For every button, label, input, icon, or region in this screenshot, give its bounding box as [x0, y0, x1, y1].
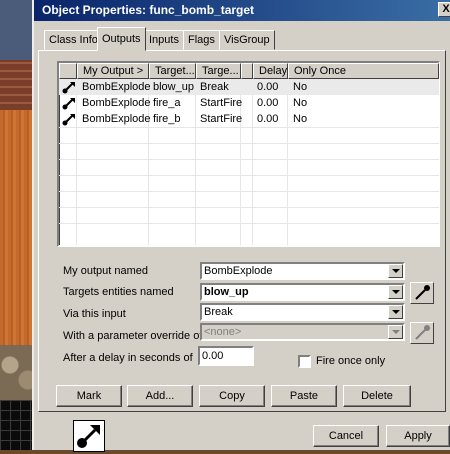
- column-target-input[interactable]: Targe...: [196, 63, 241, 79]
- delete-button[interactable]: Delete: [343, 385, 411, 407]
- dropdown-button[interactable]: [388, 264, 403, 278]
- fire-once-label[interactable]: Fire once only: [316, 355, 385, 367]
- parameter-value: <none>: [204, 326, 242, 338]
- title-bar[interactable]: Object Properties: func_bomb_target X: [34, 0, 450, 21]
- grid-line: [59, 127, 439, 128]
- tab-inputs[interactable]: Inputs: [144, 30, 184, 50]
- table-row[interactable]: BombExplode blow_up Break 0.00 No: [59, 79, 439, 95]
- cell-input: StartFire: [200, 97, 243, 109]
- input-value: Break: [204, 306, 233, 318]
- cell-output: BombExplode: [82, 113, 151, 125]
- delay-value: 0.00: [202, 350, 224, 362]
- cell-delay: 0.00: [257, 97, 279, 109]
- grid-line: [59, 143, 439, 144]
- dropdown-button: [388, 325, 403, 339]
- dropdown-button[interactable]: [388, 285, 403, 299]
- column-target-entity[interactable]: Target...: [149, 63, 196, 79]
- column-only-once[interactable]: Only Once: [288, 63, 439, 79]
- table-row[interactable]: BombExplode fire_b StartFire 0.00 No: [59, 111, 439, 127]
- mark-button[interactable]: Mark: [56, 385, 122, 407]
- tab-visgroup[interactable]: VisGroup: [219, 30, 275, 50]
- close-button[interactable]: X: [438, 2, 450, 17]
- cell-target: blow_up: [153, 81, 194, 93]
- targets-entity-value: blow_up: [204, 286, 249, 298]
- cell-only-once: No: [293, 97, 308, 109]
- column-icon[interactable]: [59, 63, 77, 79]
- grid-line: [59, 175, 439, 176]
- chevron-down-icon: [392, 269, 400, 273]
- input-dropdown[interactable]: Break: [200, 303, 405, 321]
- tab-outputs[interactable]: Outputs: [97, 27, 146, 51]
- column-my-output[interactable]: My Output >: [77, 63, 149, 79]
- cell-only-once: No: [293, 113, 308, 125]
- cell-delay: 0.00: [257, 81, 279, 93]
- fire-once-checkbox[interactable]: [298, 355, 311, 368]
- table-row[interactable]: BombExplode fire_a StartFire 0.00 No: [59, 95, 439, 111]
- delay-label: After a delay in seconds of: [63, 352, 193, 364]
- cell-input: Break: [200, 81, 229, 93]
- targets-entity-dropdown[interactable]: blow_up: [200, 283, 405, 301]
- output-name-label: My output named: [63, 265, 148, 277]
- input-label: Via this input: [63, 308, 126, 320]
- column-delay[interactable]: Delay: [253, 63, 288, 79]
- chevron-down-icon: [392, 290, 400, 294]
- cell-output: BombExplode: [82, 81, 151, 93]
- grid-line: [59, 159, 439, 160]
- eyedropper-icon: [415, 285, 430, 300]
- delay-input[interactable]: 0.00: [198, 346, 254, 366]
- tab-class-info[interactable]: Class Info: [44, 30, 103, 50]
- cell-delay: 0.00: [257, 113, 279, 125]
- targets-label: Targets entities named: [63, 286, 174, 298]
- output-arrow-icon: [62, 82, 75, 94]
- output-arrow-icon: [62, 98, 75, 110]
- pick-entity-button[interactable]: [410, 282, 434, 304]
- cell-target: fire_b: [153, 113, 181, 125]
- parameter-label: With a parameter override of: [63, 330, 203, 342]
- output-arrow-icon: [77, 425, 100, 448]
- copy-button[interactable]: Copy: [199, 385, 265, 407]
- chevron-down-icon: [392, 310, 400, 314]
- paste-button[interactable]: Paste: [271, 385, 337, 407]
- output-name-value: BombExplode: [204, 265, 273, 277]
- eyedropper-icon: [415, 325, 430, 340]
- entity-type-icon: [73, 420, 105, 452]
- dropdown-button[interactable]: [388, 305, 403, 319]
- grid-line: [59, 191, 439, 192]
- cancel-button[interactable]: Cancel: [313, 425, 379, 447]
- cell-input: StartFire: [200, 113, 243, 125]
- apply-button[interactable]: Apply: [386, 425, 450, 447]
- grid-line: [59, 207, 439, 208]
- cell-only-once: No: [293, 81, 308, 93]
- pick-parameter-button: [410, 322, 434, 344]
- outputs-list[interactable]: My Output > Target... Targe... Delay Onl…: [57, 61, 440, 247]
- parameter-dropdown: <none>: [200, 323, 405, 341]
- cell-target: fire_a: [153, 97, 181, 109]
- output-arrow-icon: [62, 114, 75, 126]
- outputs-list-header: My Output > Target... Targe... Delay Onl…: [59, 63, 439, 79]
- grid-line: [59, 223, 439, 224]
- cell-output: BombExplode: [82, 97, 151, 109]
- chevron-down-icon: [392, 330, 400, 334]
- tab-flags[interactable]: Flags: [183, 30, 220, 50]
- add-button[interactable]: Add...: [127, 385, 193, 407]
- window-title: Object Properties: func_bomb_target: [42, 3, 255, 17]
- column-parameter[interactable]: [241, 63, 253, 79]
- output-name-dropdown[interactable]: BombExplode: [200, 262, 405, 280]
